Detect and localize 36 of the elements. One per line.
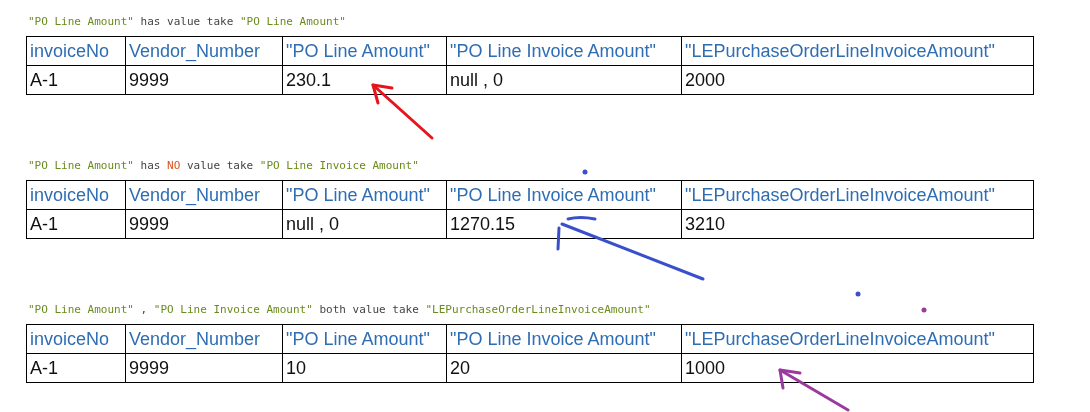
column-header: "PO Line Amount" (282, 36, 447, 66)
table-cell: 2000 (681, 65, 1034, 95)
column-header: invoiceNo (26, 180, 126, 210)
column-header: "PO Line Invoice Amount" (446, 324, 682, 354)
table-cell: A-1 (26, 353, 126, 383)
table-cell: A-1 (26, 65, 126, 95)
table-cell: 20 (446, 353, 682, 383)
column-header: invoiceNo (26, 36, 126, 66)
column-header: "LEPurchaseOrderLineInvoiceAmount" (681, 36, 1034, 66)
column-header: "PO Line Invoice Amount" (446, 36, 682, 66)
column-header: "LEPurchaseOrderLineInvoiceAmount" (681, 180, 1034, 210)
table-cell: 1000 (681, 353, 1034, 383)
code-caption: "PO Line Amount" has NO value take "PO Line Invoice Amount" (28, 158, 419, 174)
table-cell: null , 0 (282, 209, 447, 239)
table-cell: 1270.15 (446, 209, 682, 239)
table-cell: 230.1 (282, 65, 447, 95)
ink-dot (582, 169, 588, 175)
table-cell: A-1 (26, 209, 126, 239)
table-cell: 3210 (681, 209, 1034, 239)
column-header: "PO Line Amount" (282, 324, 447, 354)
code-caption: "PO Line Amount" has value take "PO Line Amount" (28, 14, 346, 30)
column-header: "PO Line Amount" (282, 180, 447, 210)
column-header: "PO Line Invoice Amount" (446, 180, 682, 210)
table-cell: 9999 (125, 209, 283, 239)
ink-dot (921, 307, 927, 313)
column-header: invoiceNo (26, 324, 126, 354)
column-header: Vendor_Number (125, 180, 283, 210)
table-cell: 9999 (125, 353, 283, 383)
ink-dot (855, 291, 861, 297)
table-cell: 9999 (125, 65, 283, 95)
table-cell: 10 (282, 353, 447, 383)
column-header: Vendor_Number (125, 324, 283, 354)
column-header: Vendor_Number (125, 36, 283, 66)
table-cell: null , 0 (446, 65, 682, 95)
column-header: "LEPurchaseOrderLineInvoiceAmount" (681, 324, 1034, 354)
code-caption: "PO Line Amount" , "PO Line Invoice Amount" both value take "LEPurchaseOrderLineInvoiceAmount" (28, 302, 651, 318)
